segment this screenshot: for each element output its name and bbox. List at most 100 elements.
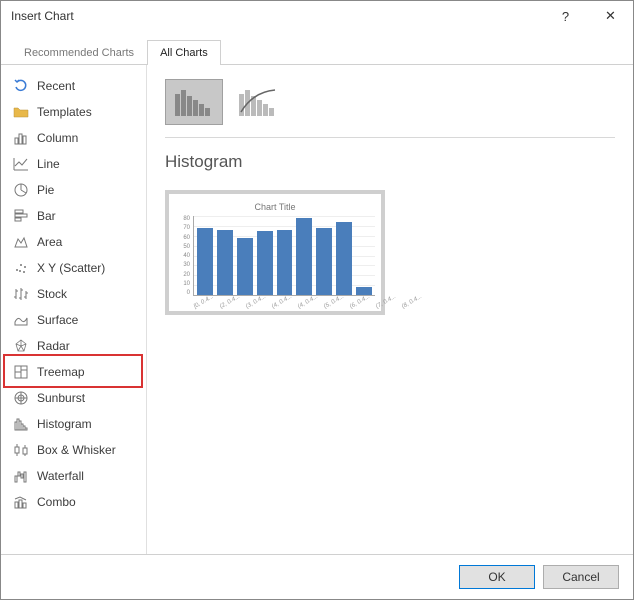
sidebar-item-label: Area (37, 235, 62, 249)
x-tick: (4, 0.4... (297, 294, 319, 310)
chart-bar (296, 218, 312, 295)
tab-recommended-charts[interactable]: Recommended Charts (11, 40, 147, 65)
y-tick: 60 (175, 235, 190, 241)
sidebar-item-label: Surface (37, 313, 78, 327)
y-tick: 50 (175, 244, 190, 250)
titlebar: Insert Chart ? ✕ (1, 1, 633, 31)
insert-chart-dialog: Insert Chart ? ✕ Recommended Charts All … (0, 0, 634, 600)
tabstrip: Recommended Charts All Charts (1, 31, 633, 65)
sidebar-item-recent[interactable]: Recent (1, 73, 146, 99)
combo-icon (13, 494, 29, 510)
sidebar-item-radar[interactable]: Radar (1, 333, 146, 359)
chart-type-sidebar: Recent Templates Column Line Pie Bar (1, 65, 147, 554)
sidebar-item-label: Stock (37, 287, 67, 301)
x-tick: (6, 0.4... (349, 294, 371, 310)
stock-icon (13, 286, 29, 302)
x-tick: (7, 0.4... (375, 294, 397, 310)
help-button[interactable]: ? (543, 1, 588, 31)
dialog-footer: OK Cancel (1, 554, 633, 599)
close-button[interactable]: ✕ (588, 1, 633, 31)
divider (165, 137, 615, 138)
sunburst-icon (13, 390, 29, 406)
y-tick: 0 (175, 290, 190, 296)
ok-button[interactable]: OK (459, 565, 535, 589)
sidebar-item-sunburst[interactable]: Sunburst (1, 385, 146, 411)
scatter-icon (13, 260, 29, 276)
histogram-icon (13, 416, 29, 432)
chart-bar (237, 238, 253, 295)
treemap-icon (13, 364, 29, 380)
bar-icon (13, 208, 29, 224)
area-icon (13, 234, 29, 250)
sidebar-item-line[interactable]: Line (1, 151, 146, 177)
sidebar-item-waterfall[interactable]: Waterfall (1, 463, 146, 489)
chart-section-title: Histogram (165, 152, 615, 172)
y-tick: 40 (175, 253, 190, 259)
boxwhisker-icon (13, 442, 29, 458)
x-tick: (4, 0.4... (271, 294, 293, 310)
cancel-button[interactable]: Cancel (543, 565, 619, 589)
sidebar-item-area[interactable]: Area (1, 229, 146, 255)
column-icon (13, 130, 29, 146)
undo-icon (13, 78, 29, 94)
sidebar-item-combo[interactable]: Combo (1, 489, 146, 515)
chart-subtype-row (165, 79, 615, 125)
sidebar-item-box-whisker[interactable]: Box & Whisker (1, 437, 146, 463)
dialog-body: Recent Templates Column Line Pie Bar (1, 65, 633, 554)
waterfall-icon (13, 468, 29, 484)
radar-icon (13, 338, 29, 354)
sidebar-item-label: Treemap (37, 365, 85, 379)
window-title: Insert Chart (11, 9, 543, 23)
sidebar-item-label: Box & Whisker (37, 443, 116, 457)
sidebar-item-label: Combo (37, 495, 76, 509)
sidebar-item-label: Templates (37, 105, 92, 119)
chart-bar (257, 231, 273, 295)
sidebar-item-scatter[interactable]: X Y (Scatter) (1, 255, 146, 281)
sidebar-item-label: Column (37, 131, 78, 145)
chart-bar (356, 287, 372, 295)
chart-plot (193, 216, 375, 296)
chart-bar (197, 228, 213, 295)
sidebar-item-templates[interactable]: Templates (1, 99, 146, 125)
y-tick: 10 (175, 281, 190, 287)
y-tick: 70 (175, 225, 190, 231)
sidebar-item-label: Line (37, 157, 60, 171)
y-tick: 20 (175, 272, 190, 278)
chart-main-area: Histogram Chart Title 80 70 60 50 40 30 20 10 0 … (147, 65, 633, 554)
tab-all-charts[interactable]: All Charts (147, 40, 221, 65)
chart-bar (336, 222, 352, 295)
y-tick: 80 (175, 216, 190, 222)
histogram-subtype-icon (173, 86, 215, 118)
sidebar-item-histogram[interactable]: Histogram (1, 411, 146, 437)
sidebar-item-label: Pie (37, 183, 54, 197)
sidebar-item-stock[interactable]: Stock (1, 281, 146, 307)
sidebar-item-treemap[interactable]: Treemap (1, 359, 146, 385)
sidebar-item-label: Bar (37, 209, 56, 223)
x-tick: (8, 0.4... (401, 294, 423, 310)
sidebar-item-label: Recent (37, 79, 75, 93)
sidebar-item-label: Radar (37, 339, 70, 353)
line-icon (13, 156, 29, 172)
pie-icon (13, 182, 29, 198)
x-tick: [0, 0.4... (193, 294, 215, 310)
chart-preview[interactable]: Chart Title 80 70 60 50 40 30 20 10 0 [0, 0.4...… (165, 190, 385, 315)
chart-bar (316, 228, 332, 295)
chart-bars (194, 216, 375, 295)
chart-bar (277, 230, 293, 295)
chart-plot-area: 80 70 60 50 40 30 20 10 0 (175, 216, 375, 296)
chart-bar (217, 230, 233, 295)
sidebar-item-pie[interactable]: Pie (1, 177, 146, 203)
y-tick: 30 (175, 262, 190, 268)
sidebar-item-label: Waterfall (37, 469, 84, 483)
sidebar-item-column[interactable]: Column (1, 125, 146, 151)
sidebar-item-label: Histogram (37, 417, 92, 431)
sidebar-item-bar[interactable]: Bar (1, 203, 146, 229)
subtype-pareto[interactable] (229, 79, 287, 125)
chart-y-axis: 80 70 60 50 40 30 20 10 0 (175, 216, 193, 296)
chart-preview-title: Chart Title (175, 202, 375, 212)
x-tick: (5, 0.4... (323, 294, 345, 310)
chart-x-axis: [0, 0.4...(2, 0.4...(3, 0.4...(4, 0.4...… (175, 299, 375, 305)
sidebar-item-surface[interactable]: Surface (1, 307, 146, 333)
sidebar-item-label: X Y (Scatter) (37, 261, 105, 275)
subtype-histogram[interactable] (165, 79, 223, 125)
